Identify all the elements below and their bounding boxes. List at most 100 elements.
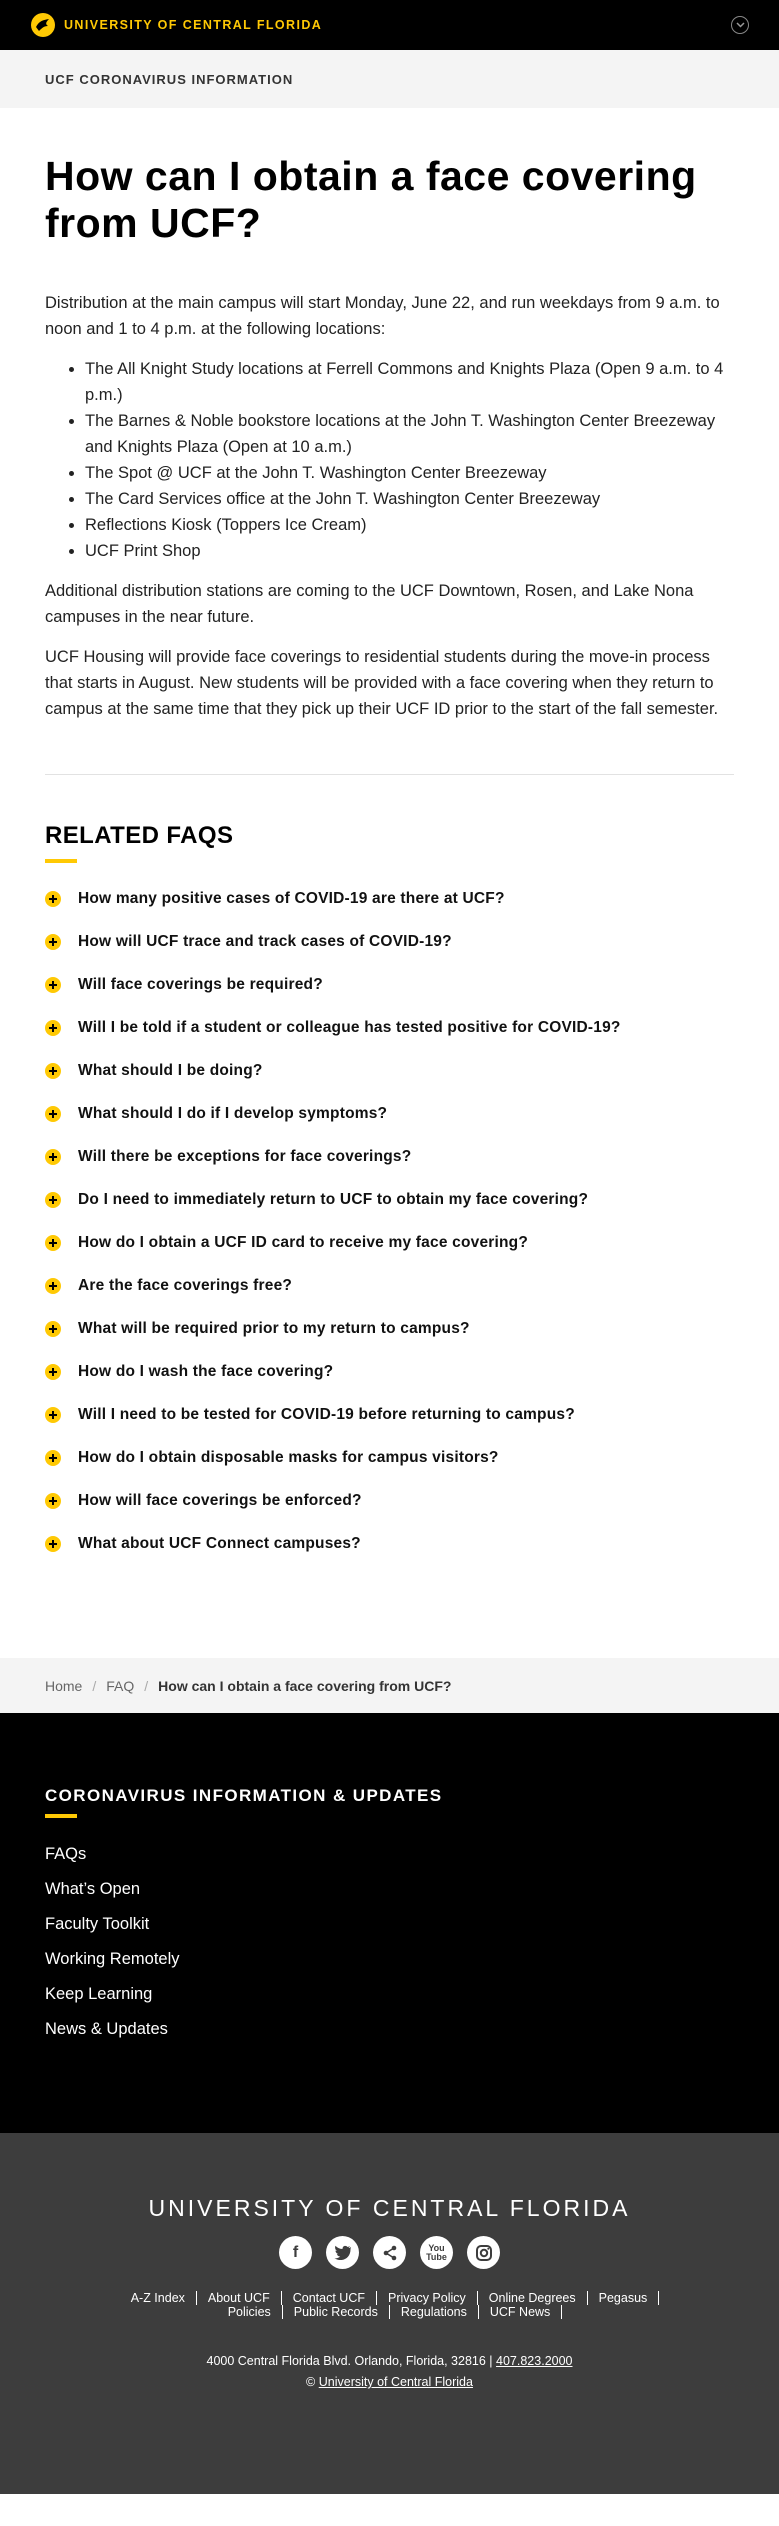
- title-underline: [45, 859, 77, 863]
- footer-links-row: Policies Public Records Regulations UCF …: [0, 2305, 779, 2319]
- link-privacy-policy[interactable]: Privacy Policy: [377, 2291, 478, 2305]
- footer-link-faqs[interactable]: FAQs: [45, 1837, 734, 1872]
- footer-link-keep-learning[interactable]: Keep Learning: [45, 1977, 734, 2012]
- section-link[interactable]: UCF CORONAVIRUS INFORMATION: [45, 72, 293, 87]
- link-regulations[interactable]: Regulations: [390, 2305, 479, 2319]
- title-underline: [45, 1814, 77, 1818]
- faq-question: What about UCF Connect campuses?: [78, 1534, 361, 1552]
- link-online-degrees[interactable]: Online Degrees: [478, 2291, 588, 2305]
- breadcrumb-current: How can I obtain a face covering from UC…: [158, 1677, 452, 1694]
- faq-item[interactable]: What will be required prior to my return…: [45, 1307, 734, 1350]
- plus-circle-icon: [45, 1148, 61, 1165]
- breadcrumb-separator: /: [144, 1677, 149, 1694]
- faq-item[interactable]: What about UCF Connect campuses?: [45, 1522, 734, 1565]
- location-item: The All Knight Study locations at Ferrel…: [85, 356, 734, 408]
- chevron-down-icon: [735, 22, 745, 28]
- twitter-icon[interactable]: [326, 2236, 359, 2269]
- footer-link-whats-open[interactable]: What’s Open: [45, 1872, 734, 1907]
- plus-circle-icon: [45, 1449, 61, 1466]
- breadcrumb-separator: /: [92, 1677, 97, 1694]
- page-title: How can I obtain a face covering from UC…: [45, 153, 697, 246]
- copyright-symbol: ©: [306, 2375, 316, 2389]
- breadcrumb-faq[interactable]: FAQ: [106, 1678, 134, 1694]
- phone-link[interactable]: 407.823.2000: [496, 2354, 572, 2368]
- link-a-z-index[interactable]: A-Z Index: [120, 2291, 197, 2305]
- faq-item[interactable]: How do I wash the face covering?: [45, 1350, 734, 1393]
- faq-item[interactable]: How will UCF trace and track cases of CO…: [45, 920, 734, 963]
- intro-paragraph: Distribution at the main campus will sta…: [45, 294, 720, 338]
- faq-item[interactable]: Will there be exceptions for face coveri…: [45, 1135, 734, 1178]
- plus-circle-icon: [45, 1191, 61, 1208]
- link-policies[interactable]: Policies: [217, 2305, 283, 2319]
- footer-links-row: A-Z Index About UCF Contact UCF Privacy …: [0, 2291, 779, 2305]
- social-links: f You Tube: [0, 2236, 779, 2269]
- plus-circle-icon: [45, 1535, 61, 1552]
- facebook-icon[interactable]: f: [279, 2236, 312, 2269]
- youtube-icon[interactable]: You Tube: [420, 2236, 453, 2269]
- brand-text: UNIVERSITY OF CENTRAL FLORIDA: [64, 18, 323, 32]
- faq-item[interactable]: What should I be doing?: [45, 1049, 734, 1092]
- menu-dropdown-button[interactable]: [731, 16, 749, 34]
- plus-circle-icon: [45, 976, 61, 993]
- footer-address: 4000 Central Florida Blvd. Orlando, Flor…: [0, 2351, 779, 2393]
- faq-question: How do I obtain disposable masks for cam…: [78, 1448, 499, 1466]
- faq-question: Will there be exceptions for face coveri…: [78, 1147, 412, 1165]
- copyright-link[interactable]: University of Central Florida: [319, 2375, 473, 2389]
- location-item: The Barnes & Noble bookstore locations a…: [85, 408, 734, 460]
- faq-item[interactable]: Will I be told if a student or colleague…: [45, 1006, 734, 1049]
- faq-question: What will be required prior to my return…: [78, 1319, 470, 1337]
- faq-question: Will I be told if a student or colleague…: [78, 1018, 621, 1036]
- university-footer: UNIVERSITY OF CENTRAL FLORIDA f You Tube …: [0, 2133, 779, 2494]
- faq-question: How do I wash the face covering?: [78, 1362, 334, 1380]
- faq-question: What should I be doing?: [78, 1061, 263, 1079]
- pegasus-logo-icon: [31, 13, 55, 37]
- faq-question: Do I need to immediately return to UCF t…: [78, 1190, 589, 1208]
- faq-question: Will face coverings be required?: [78, 975, 323, 993]
- faq-item[interactable]: What should I do if I develop symptoms?: [45, 1092, 734, 1135]
- plus-circle-icon: [45, 890, 61, 907]
- footer-link-news-updates[interactable]: News & Updates: [45, 2012, 734, 2047]
- faq-item[interactable]: Will I need to be tested for COVID-19 be…: [45, 1393, 734, 1436]
- faq-item[interactable]: How will face coverings be enforced?: [45, 1479, 734, 1522]
- address-text: 4000 Central Florida Blvd. Orlando, Flor…: [206, 2354, 493, 2368]
- plus-circle-icon: [45, 1277, 61, 1294]
- related-faqs: RELATED FAQS How many positive cases of …: [45, 822, 734, 1565]
- faq-question: How will UCF trace and track cases of CO…: [78, 932, 452, 950]
- faq-item[interactable]: How do I obtain disposable masks for cam…: [45, 1436, 734, 1479]
- plus-circle-icon: [45, 1363, 61, 1380]
- related-faqs-title: RELATED FAQS: [45, 822, 234, 849]
- link-public-records[interactable]: Public Records: [283, 2305, 390, 2319]
- share-icon[interactable]: [373, 2236, 406, 2269]
- link-pegasus[interactable]: Pegasus: [588, 2291, 660, 2305]
- location-item: Reflections Kiosk (Toppers Ice Cream): [85, 512, 734, 538]
- faq-question: How many positive cases of COVID-19 are …: [78, 889, 505, 907]
- main-content: How can I obtain a face covering from UC…: [0, 108, 779, 1565]
- plus-circle-icon: [45, 1105, 61, 1122]
- paragraph: Additional distribution stations are com…: [45, 582, 694, 626]
- breadcrumb-home[interactable]: Home: [45, 1678, 82, 1694]
- link-ucf-news[interactable]: UCF News: [479, 2305, 563, 2319]
- faq-question: Are the face coverings free?: [78, 1276, 293, 1294]
- footer-section-title: CORONAVIRUS INFORMATION & UPDATES: [45, 1786, 443, 1805]
- faq-item[interactable]: How many positive cases of COVID-19 are …: [45, 877, 734, 920]
- plus-circle-icon: [45, 1019, 61, 1036]
- faq-question: What should I do if I develop symptoms?: [78, 1104, 388, 1122]
- link-about-ucf[interactable]: About UCF: [197, 2291, 282, 2305]
- plus-circle-icon: [45, 1492, 61, 1509]
- faq-item[interactable]: Will face coverings be required?: [45, 963, 734, 1006]
- faq-question: Will I need to be tested for COVID-19 be…: [78, 1405, 575, 1423]
- ucf-brand-link[interactable]: UNIVERSITY OF CENTRAL FLORIDA: [30, 12, 322, 38]
- footer-link-faculty-toolkit[interactable]: Faculty Toolkit: [45, 1907, 734, 1942]
- footer-link-working-remotely[interactable]: Working Remotely: [45, 1942, 734, 1977]
- location-item: The Spot @ UCF at the John T. Washington…: [85, 460, 734, 486]
- faq-item[interactable]: Do I need to immediately return to UCF t…: [45, 1178, 734, 1221]
- footer-university-title: UNIVERSITY OF CENTRAL FLORIDA: [148, 2195, 631, 2221]
- faq-item[interactable]: Are the face coverings free?: [45, 1264, 734, 1307]
- instagram-icon[interactable]: [467, 2236, 500, 2269]
- section-header: UCF CORONAVIRUS INFORMATION: [0, 50, 779, 108]
- locations-list: The All Knight Study locations at Ferrel…: [85, 356, 734, 564]
- breadcrumb: Home / FAQ / How can I obtain a face cov…: [0, 1658, 779, 1713]
- faq-question: How do I obtain a UCF ID card to receive…: [78, 1233, 529, 1251]
- faq-item[interactable]: How do I obtain a UCF ID card to receive…: [45, 1221, 734, 1264]
- link-contact-ucf[interactable]: Contact UCF: [282, 2291, 377, 2305]
